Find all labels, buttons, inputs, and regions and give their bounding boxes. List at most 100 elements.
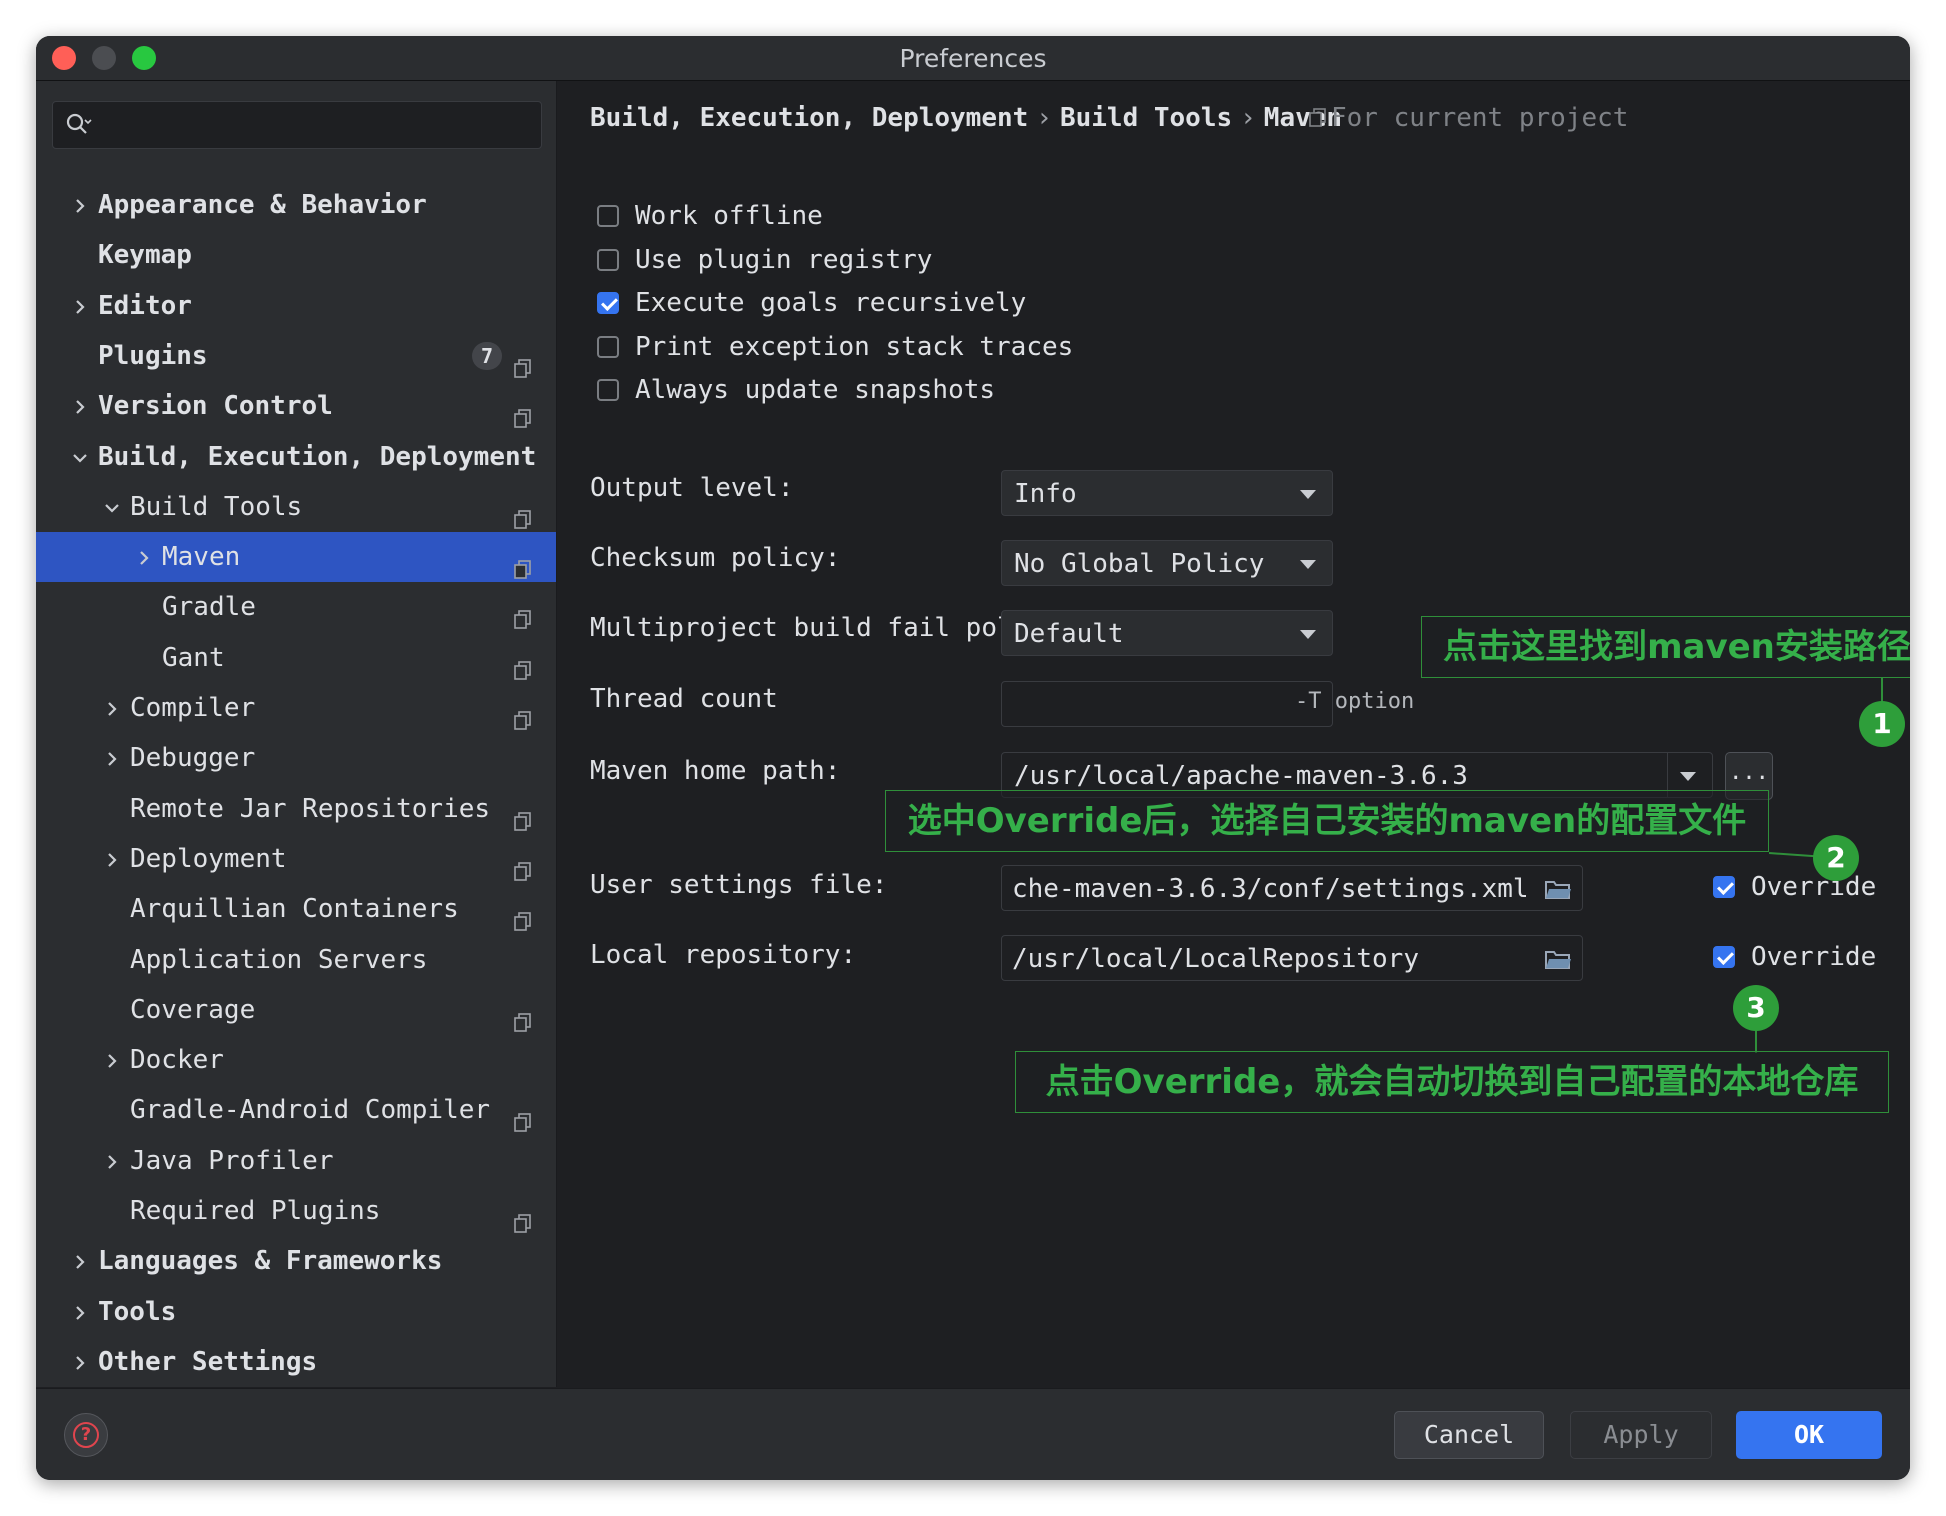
override-check-icon[interactable] xyxy=(1713,946,1735,968)
sidebar-item[interactable]: Arquillian Containers xyxy=(36,884,556,934)
option-label: Always update snapshots xyxy=(635,375,996,405)
checksum-policy-dropdown[interactable]: No Global Policy xyxy=(1001,540,1333,586)
sidebar-item[interactable]: Languages & Frameworks xyxy=(36,1236,556,1286)
chevron-down-icon[interactable] xyxy=(70,432,90,482)
sidebar-item[interactable]: Gradle xyxy=(36,582,556,632)
sidebar-item[interactable]: Version Control xyxy=(36,381,556,431)
help-button[interactable]: ? xyxy=(64,1413,108,1457)
sidebar-item[interactable]: Gant xyxy=(36,633,556,683)
sidebar-item[interactable]: Build, Execution, Deployment xyxy=(36,432,556,482)
chevron-right-icon[interactable] xyxy=(70,180,90,230)
chevron-right-icon[interactable] xyxy=(102,1136,122,1186)
annotation-box-1: 点击这里找到maven安装路径 xyxy=(1421,616,1910,678)
chevron-right-icon[interactable] xyxy=(70,381,90,431)
settings-sidebar: Appearance & Behavior Keymap Editor Plugins… xyxy=(36,81,557,1387)
chevron-right-icon[interactable] xyxy=(70,281,90,331)
option-label: Print exception stack traces xyxy=(635,332,1074,362)
dropdown-arrow-icon xyxy=(1300,490,1316,499)
ok-button[interactable]: OK xyxy=(1736,1411,1882,1459)
sidebar-item-label: Keymap xyxy=(98,240,192,270)
sidebar-item[interactable]: Debugger xyxy=(36,733,556,783)
sidebar-item[interactable]: Editor xyxy=(36,281,556,331)
title-bar: Preferences xyxy=(36,36,1910,81)
override-check-icon[interactable] xyxy=(1713,876,1735,898)
cancel-button[interactable]: Cancel xyxy=(1394,1411,1544,1459)
dropdown-arrow-icon[interactable] xyxy=(1680,772,1696,781)
sidebar-item-label: Gant xyxy=(162,643,225,673)
plugin-updates-badge: 7 xyxy=(472,342,502,370)
user-settings-input[interactable]: che-maven-3.6.3/conf/settings.xml xyxy=(1001,865,1583,911)
thread-count-label: Thread count xyxy=(590,684,778,714)
preferences-window: Preferences Appearance & Behavior Keymap E… xyxy=(36,36,1910,1480)
sidebar-item-label: Version Control xyxy=(98,391,333,421)
breadcrumb-item[interactable]: Build Tools xyxy=(1060,103,1232,133)
sidebar-item[interactable]: Required Plugins xyxy=(36,1186,556,1236)
checkbox-unchecked-icon[interactable] xyxy=(597,379,619,401)
annotation-box-2: 选中Override后，选择自己安装的maven的配置文件 xyxy=(885,790,1769,852)
sidebar-item[interactable]: Plugins 7 xyxy=(36,331,556,381)
sidebar-item[interactable]: Compiler xyxy=(36,683,556,733)
sidebar-item[interactable]: Maven xyxy=(36,532,556,582)
sidebar-item[interactable]: Keymap xyxy=(36,230,556,280)
local-repository-value: /usr/local/LocalRepository xyxy=(1012,944,1419,974)
local-repository-input[interactable]: /usr/local/LocalRepository xyxy=(1001,935,1583,981)
sidebar-item[interactable]: Build Tools xyxy=(36,482,556,532)
project-copy-icon xyxy=(1309,108,1326,127)
sidebar-item[interactable]: Application Servers xyxy=(36,935,556,985)
user-settings-value: che-maven-3.6.3/conf/settings.xml xyxy=(1012,874,1529,904)
output-level-value: Info xyxy=(1014,479,1077,509)
sidebar-item[interactable]: Remote Jar Repositories xyxy=(36,784,556,834)
folder-icon[interactable] xyxy=(1544,878,1572,900)
breadcrumb-item[interactable]: Build, Execution, Deployment xyxy=(590,103,1028,133)
chevron-right-icon[interactable] xyxy=(134,532,154,582)
sidebar-item[interactable]: Gradle-Android Compiler xyxy=(36,1085,556,1135)
checkbox-unchecked-icon[interactable] xyxy=(597,205,619,227)
output-level-dropdown[interactable]: Info xyxy=(1001,470,1333,516)
search-icon xyxy=(66,113,92,134)
chevron-right-icon[interactable] xyxy=(102,1035,122,1085)
option-label: Work offline xyxy=(635,201,823,231)
sidebar-item[interactable]: Java Profiler xyxy=(36,1136,556,1186)
thread-count-input[interactable] xyxy=(1001,681,1333,727)
settings-search-input[interactable] xyxy=(52,101,542,149)
chevron-right-icon[interactable] xyxy=(102,733,122,783)
dropdown-arrow-icon xyxy=(1300,630,1316,639)
checkbox-unchecked-icon[interactable] xyxy=(597,249,619,271)
user-settings-label: User settings file: xyxy=(590,870,888,900)
checksum-policy-value: No Global Policy xyxy=(1014,549,1265,579)
sidebar-item[interactable]: Docker xyxy=(36,1035,556,1085)
sidebar-item[interactable]: Appearance & Behavior xyxy=(36,180,556,230)
chevron-right-icon[interactable] xyxy=(102,683,122,733)
scope-label: For current project xyxy=(1331,103,1629,133)
maven-settings-panel: Build, Execution, Deployment › Build Tools… xyxy=(557,81,1910,1387)
sidebar-item[interactable]: Coverage xyxy=(36,985,556,1035)
sidebar-item[interactable]: Other Settings xyxy=(36,1337,556,1387)
chevron-right-icon[interactable] xyxy=(70,1236,90,1286)
chevron-down-icon[interactable] xyxy=(102,482,122,532)
multiproject-policy-dropdown[interactable]: Default xyxy=(1001,610,1333,656)
sidebar-item-label: Debugger xyxy=(130,743,256,773)
breadcrumb-separator: › xyxy=(1036,103,1052,133)
chevron-right-icon[interactable] xyxy=(70,1337,90,1387)
window-title: Preferences xyxy=(899,44,1047,73)
dropdown-arrow-icon xyxy=(1300,560,1316,569)
sidebar-item-label: Gradle xyxy=(162,592,256,622)
checkbox-unchecked-icon[interactable] xyxy=(597,336,619,358)
apply-button[interactable]: Apply xyxy=(1570,1411,1712,1459)
sidebar-item-label: Deployment xyxy=(130,844,287,874)
multiproject-policy-value: Default xyxy=(1014,619,1124,649)
annotation-marker-1: 1 xyxy=(1859,701,1905,747)
sidebar-item[interactable]: Tools xyxy=(36,1287,556,1337)
checkbox-checked-icon[interactable] xyxy=(597,292,619,314)
checksum-policy-label: Checksum policy: xyxy=(590,543,841,573)
sidebar-item[interactable]: Deployment xyxy=(36,834,556,884)
chevron-right-icon[interactable] xyxy=(70,1287,90,1337)
sidebar-item-label: Maven xyxy=(162,542,241,572)
breadcrumb: Build, Execution, Deployment › Build Tools… xyxy=(590,103,1342,133)
sidebar-item-label: Tools xyxy=(98,1297,177,1327)
thread-count-hint: -T option xyxy=(1295,689,1415,714)
option-label: Use plugin registry xyxy=(635,245,933,275)
folder-icon[interactable] xyxy=(1544,948,1572,970)
option-label: Execute goals recursively xyxy=(635,288,1027,318)
chevron-right-icon[interactable] xyxy=(102,834,122,884)
